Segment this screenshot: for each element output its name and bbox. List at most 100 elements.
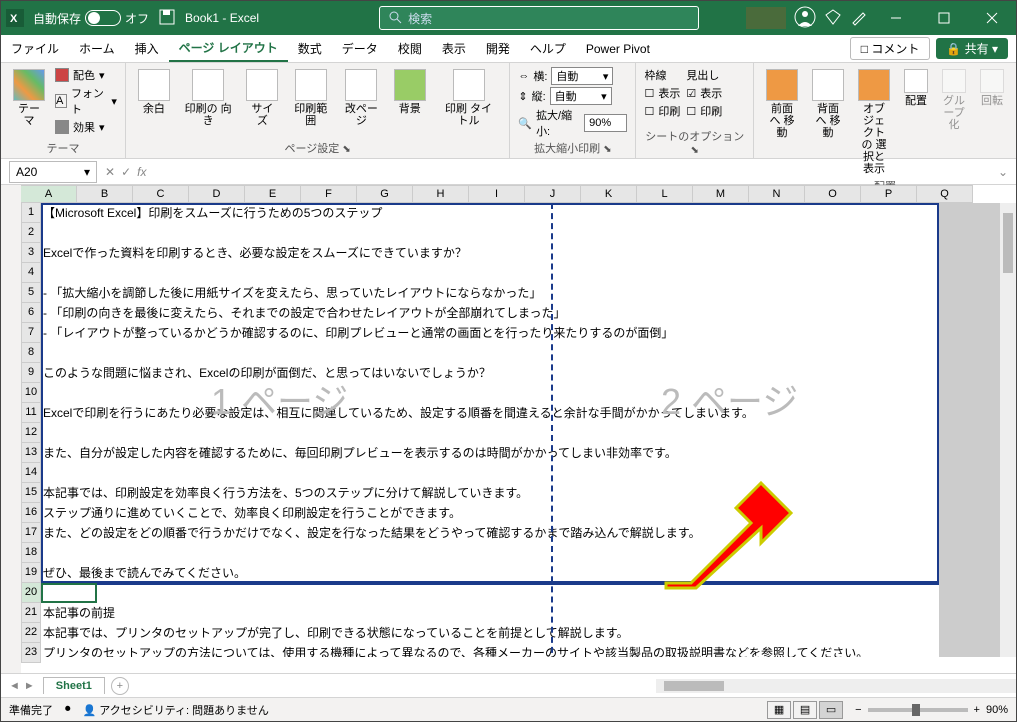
cell-row[interactable]: 本記事では、印刷設定を効率良く行う方法を、5つのステップに分けて解説していきます… bbox=[41, 483, 528, 503]
col-header-P[interactable]: P bbox=[861, 185, 917, 203]
row-header-13[interactable]: 13 bbox=[21, 443, 41, 463]
row-header-21[interactable]: 21 bbox=[21, 603, 41, 623]
col-header-K[interactable]: K bbox=[581, 185, 637, 203]
tab-formulas[interactable]: 数式 bbox=[288, 35, 332, 62]
col-header-G[interactable]: G bbox=[357, 185, 413, 203]
tab-file[interactable]: ファイル bbox=[1, 35, 69, 62]
row-header-9[interactable]: 9 bbox=[21, 363, 41, 383]
cell-row[interactable]: Excelで印刷を行うにあたり必要な設定は、相互に関連しているため、設定する順番… bbox=[41, 403, 754, 423]
rotate-button[interactable]: 回転 bbox=[976, 67, 1008, 109]
close-button[interactable] bbox=[972, 3, 1012, 33]
scale-launcher[interactable]: ⬊ bbox=[603, 144, 611, 155]
align-button[interactable]: 配置 bbox=[900, 67, 932, 109]
bring-front-button[interactable]: 前面へ 移動 bbox=[762, 67, 802, 141]
row-header-19[interactable]: 19 bbox=[21, 563, 41, 583]
col-header-Q[interactable]: Q bbox=[917, 185, 973, 203]
save-icon[interactable] bbox=[159, 9, 175, 28]
tab-pagelayout[interactable]: ページ レイアウト bbox=[169, 35, 288, 62]
cell-row[interactable]: 【Microsoft Excel】印刷をスムーズに行うための5つのステップ bbox=[41, 203, 382, 223]
tab-home[interactable]: ホーム bbox=[69, 35, 125, 62]
cell-row[interactable]: - 「印刷の向きを最後に変えたら、それまでの設定で合わせたレイアウトが全部崩れて… bbox=[41, 303, 566, 323]
col-header-A[interactable]: A bbox=[21, 185, 77, 203]
account-area[interactable] bbox=[746, 7, 786, 29]
row-header-14[interactable]: 14 bbox=[21, 463, 41, 483]
share-button[interactable]: 🔒 共有 ▾ bbox=[936, 38, 1008, 59]
horizontal-scrollbar[interactable] bbox=[656, 679, 1016, 693]
sheet-tab-1[interactable]: Sheet1 bbox=[43, 677, 105, 694]
pen-icon[interactable] bbox=[850, 8, 868, 29]
row-header-8[interactable]: 8 bbox=[21, 343, 41, 363]
row-header-11[interactable]: 11 bbox=[21, 403, 41, 423]
col-header-I[interactable]: I bbox=[469, 185, 525, 203]
effects-button[interactable]: 効果▾ bbox=[55, 119, 117, 135]
group-button[interactable]: グループ化 bbox=[938, 67, 970, 133]
margins-button[interactable]: 余白 bbox=[134, 67, 174, 117]
pagesetup-launcher[interactable]: ⬊ bbox=[342, 144, 350, 155]
printtitles-button[interactable]: 印刷 タイトル bbox=[436, 67, 502, 129]
zoom-out-button[interactable]: − bbox=[855, 704, 861, 716]
col-header-N[interactable]: N bbox=[749, 185, 805, 203]
tab-data[interactable]: データ bbox=[332, 35, 388, 62]
tab-view[interactable]: 表示 bbox=[432, 35, 476, 62]
cell-row[interactable]: また、どの設定をどの順番で行うかだけでなく、設定を行なった結果をどうやって確認す… bbox=[41, 523, 701, 543]
cell-row[interactable]: - 「レイアウトが整っているかどうか確認するのに、印刷プレビューと通常の画面とを… bbox=[41, 323, 673, 343]
col-header-J[interactable]: J bbox=[525, 185, 581, 203]
user-icon[interactable] bbox=[794, 6, 816, 31]
selection-pane-button[interactable]: オブジェクトの 選択と表示 bbox=[854, 67, 894, 178]
zoom-slider[interactable] bbox=[868, 708, 968, 712]
width-select[interactable]: 自動▾ bbox=[551, 67, 613, 85]
col-header-F[interactable]: F bbox=[301, 185, 357, 203]
col-header-O[interactable]: O bbox=[805, 185, 861, 203]
row-headers[interactable]: 1234567891011121314151617181920212223 bbox=[21, 203, 41, 663]
accessibility-status[interactable]: 👤 アクセシビリティ: 問題ありません bbox=[83, 702, 269, 718]
col-header-D[interactable]: D bbox=[189, 185, 245, 203]
tab-developer[interactable]: 開発 bbox=[476, 35, 520, 62]
gridlines-print-check[interactable]: ☐ 印刷 bbox=[644, 103, 680, 119]
zoom-level[interactable]: 90% bbox=[986, 704, 1008, 716]
sheetopt-launcher[interactable]: ⬊ bbox=[691, 145, 699, 156]
col-header-E[interactable]: E bbox=[245, 185, 301, 203]
row-header-10[interactable]: 10 bbox=[21, 383, 41, 403]
height-select[interactable]: 自動▾ bbox=[550, 87, 612, 105]
row-header-22[interactable]: 22 bbox=[21, 623, 41, 643]
row-header-20[interactable]: 20 bbox=[21, 583, 41, 603]
row-header-6[interactable]: 6 bbox=[21, 303, 41, 323]
col-header-C[interactable]: C bbox=[133, 185, 189, 203]
col-header-M[interactable]: M bbox=[693, 185, 749, 203]
breaks-button[interactable]: 改ページ bbox=[339, 67, 384, 129]
fonts-button[interactable]: Aフォント▾ bbox=[55, 85, 117, 117]
sheet-nav-next[interactable]: ► bbox=[24, 680, 35, 692]
send-back-button[interactable]: 背面へ 移動 bbox=[808, 67, 848, 141]
zoom-in-button[interactable]: + bbox=[974, 704, 980, 716]
size-button[interactable]: サイズ bbox=[242, 67, 282, 129]
maximize-button[interactable] bbox=[924, 3, 964, 33]
cell-row[interactable]: - 「拡大縮小を調節した後に用紙サイズを変えたら、思っていたレイアウトにならなか… bbox=[41, 283, 541, 303]
headings-view-check[interactable]: ☑ 表示 bbox=[686, 85, 722, 101]
tab-review[interactable]: 校閲 bbox=[388, 35, 432, 62]
row-header-5[interactable]: 5 bbox=[21, 283, 41, 303]
search-box[interactable]: 検索 bbox=[379, 6, 699, 30]
col-header-L[interactable]: L bbox=[637, 185, 693, 203]
row-header-15[interactable]: 15 bbox=[21, 483, 41, 503]
row-header-4[interactable]: 4 bbox=[21, 263, 41, 283]
cancel-icon[interactable]: ✕ bbox=[105, 165, 115, 179]
row-header-7[interactable]: 7 bbox=[21, 323, 41, 343]
row-header-18[interactable]: 18 bbox=[21, 543, 41, 563]
comments-button[interactable]: □ コメント bbox=[850, 37, 931, 60]
vertical-scrollbar[interactable] bbox=[1000, 203, 1016, 657]
headings-print-check[interactable]: ☐ 印刷 bbox=[686, 103, 722, 119]
orientation-button[interactable]: 印刷の 向き bbox=[180, 67, 236, 129]
row-header-12[interactable]: 12 bbox=[21, 423, 41, 443]
printarea-button[interactable]: 印刷範囲 bbox=[288, 67, 333, 129]
diamond-icon[interactable] bbox=[824, 8, 842, 29]
background-button[interactable]: 背景 bbox=[390, 67, 430, 117]
view-pagebreak-button[interactable]: ▭ bbox=[819, 701, 843, 719]
tab-insert[interactable]: 挿入 bbox=[125, 35, 169, 62]
cell-row[interactable]: プリンタのセットアップの方法については、使用する機種によって異なるので、各種メー… bbox=[41, 643, 868, 657]
row-header-17[interactable]: 17 bbox=[21, 523, 41, 543]
cell-row[interactable]: 本記事では、プリンタのセットアップが完了し、印刷できる状態になっていることを前提… bbox=[41, 623, 629, 643]
fx-icon[interactable]: fx bbox=[137, 165, 146, 179]
cell-row[interactable]: このような問題に悩まされ、Excelの印刷が面倒だ、と思ってはいないでしょうか？ bbox=[41, 363, 491, 383]
tab-help[interactable]: ヘルプ bbox=[520, 35, 576, 62]
cell-row[interactable]: ステップ通りに進めていくことで、効率良く印刷設定を行うことができます。 bbox=[41, 503, 461, 523]
